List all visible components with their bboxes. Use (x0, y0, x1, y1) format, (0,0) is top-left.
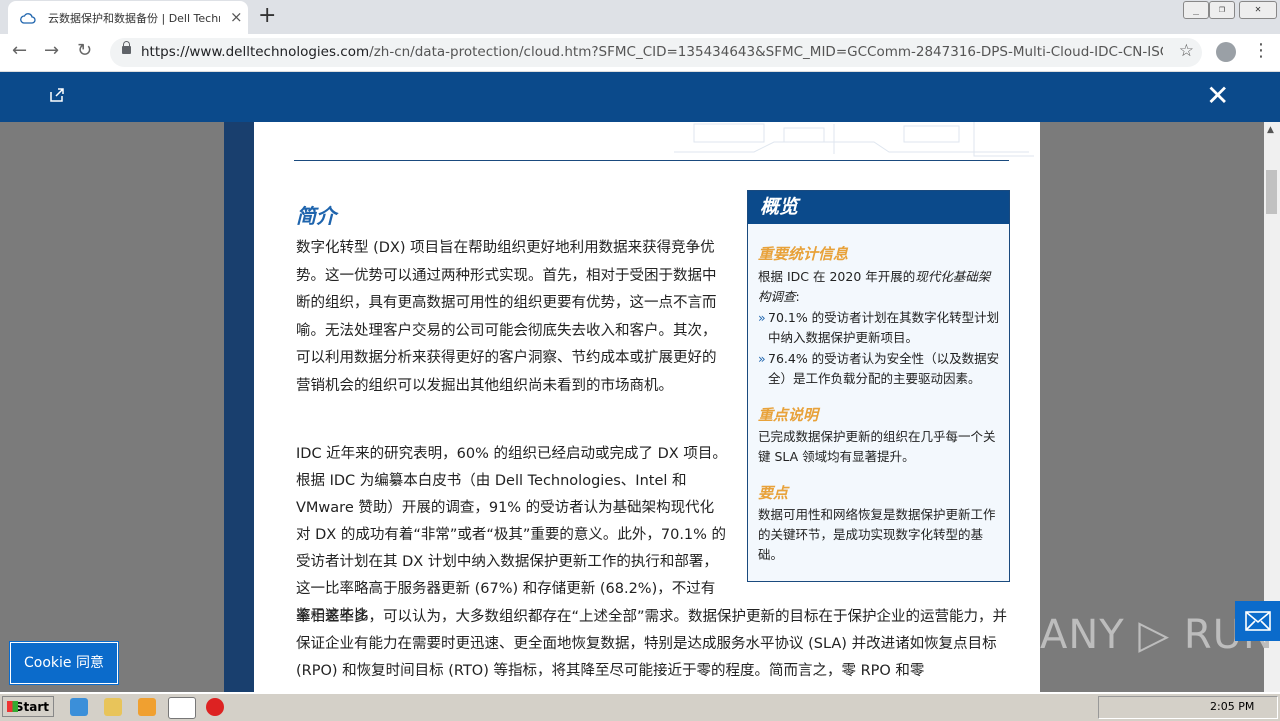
antivirus-icon[interactable] (206, 698, 224, 716)
url-text[interactable]: https://www.delltechnologies.com/zh-cn/d… (141, 44, 1163, 60)
mail-icon (1245, 611, 1271, 631)
sidebar-bullet: » 76.4% 的受访者认为安全性（以及数据安全）是工作负载分配的主要驱动因素。 (758, 349, 1008, 389)
cloud-icon (20, 13, 36, 24)
document-page: 简介 数字化转型 (DX) 项目旨在帮助组织更好地利用数据来获得竞争优势。这一优… (254, 122, 1040, 692)
browser-tab[interactable]: 云数据保护和数据备份 | Dell Techno × (8, 1, 248, 34)
bullet-mark: » (758, 310, 766, 325)
bullet-mark: » (758, 351, 766, 366)
viewer-close-icon[interactable]: ✕ (1206, 78, 1229, 114)
start-label: Start (14, 700, 49, 714)
windows-logo-icon (7, 701, 18, 712)
window-minimize-button[interactable]: _ (1183, 1, 1209, 19)
scrollbar-thumb[interactable] (1266, 170, 1277, 214)
address-bar[interactable]: https://www.delltechnologies.com/zh-cn/d… (110, 38, 1202, 67)
window-restore-button[interactable]: ❐ (1209, 1, 1235, 19)
section-heading: 简介 (296, 204, 336, 228)
sidebar-section-title: 重点说明 (758, 406, 819, 424)
overview-sidebar: 概览 重要统计信息 根据 IDC 在 2020 年开展的现代化基础架构调查: »… (747, 190, 1010, 582)
system-tray: 2:05 PM (1098, 696, 1278, 719)
profile-avatar[interactable] (1216, 42, 1236, 62)
folder-icon[interactable] (104, 698, 122, 716)
sidebar-title: 概览 (748, 191, 1009, 224)
header-rule (294, 160, 1009, 161)
sidebar-section-title: 要点 (758, 484, 789, 502)
clock: 2:05 PM (1210, 700, 1255, 713)
tab-strip: 云数据保护和数据备份 | Dell Techno × + _ ❐ ✕ (0, 0, 1280, 34)
tab-close-icon[interactable]: × (230, 8, 243, 26)
sidebar-intro-end: : (795, 289, 800, 304)
browser-menu-icon[interactable]: ⋮ (1252, 40, 1270, 62)
sidebar-section-text: 数据可用性和网络恢复是数据保护更新工作的关键环节，是成功实现数字化转型的基础。 (758, 507, 996, 562)
share-icon[interactable] (48, 86, 66, 104)
circuit-decoration (674, 122, 1034, 157)
start-button[interactable]: Start (2, 696, 54, 717)
sidebar-intro: 根据 IDC 在 2020 年开展的现代化基础架构调查: (758, 267, 1000, 307)
taskbar: Start 2:05 PM (0, 693, 1280, 721)
scroll-up-icon[interactable]: ▲ (1267, 125, 1274, 135)
contact-mail-button[interactable] (1235, 601, 1280, 641)
lock-icon (122, 41, 131, 54)
ie-icon[interactable] (70, 698, 88, 716)
sidebar-intro-text: 根据 IDC 在 2020 年开展的 (758, 269, 916, 284)
bullet-text: 70.1% 的受访者计划在其数字化转型计划中纳入数据保护更新项目。 (768, 310, 1000, 345)
sidebar-section-text: 已完成数据保护更新的组织在几乎每一个关键 SLA 领域均有显著提升。 (758, 429, 996, 464)
media-player-icon[interactable] (138, 698, 156, 716)
document-viewer: 简介 数字化转型 (DX) 项目旨在帮助组织更好地利用数据来获得竞争优势。这一优… (0, 122, 1264, 692)
intro-paragraph-1: 数字化转型 (DX) 项目旨在帮助组织更好地利用数据来获得竞争优势。这一优势可以… (296, 240, 717, 394)
page-side-band (224, 122, 254, 692)
reload-button[interactable]: ↻ (77, 40, 92, 62)
intro-paragraph-2: IDC 近年来的研究表明，60% 的组织已经启动或完成了 DX 项目。根据 ID… (296, 446, 727, 624)
url-host: https://www.delltechnologies.com (141, 44, 370, 60)
cookie-consent-button[interactable]: Cookie 同意 (9, 641, 119, 685)
sidebar-bullet: » 70.1% 的受访者计划在其数字化转型计划中纳入数据保护更新项目。 (758, 308, 1008, 348)
new-tab-button[interactable]: + (258, 4, 276, 28)
sidebar-section-title: 重要统计信息 (758, 245, 849, 263)
chrome-taskbar-button[interactable] (168, 697, 196, 719)
bookmark-star-icon[interactable]: ☆ (1179, 41, 1194, 61)
viewer-header: ✕ (0, 72, 1280, 122)
url-path: /zh-cn/data-protection/cloud.htm?SFMC_CI… (369, 44, 1163, 60)
browser-toolbar: ← → ↻ https://www.delltechnologies.com/z… (0, 34, 1280, 72)
forward-button[interactable]: → (44, 40, 59, 62)
back-button[interactable]: ← (12, 40, 27, 62)
bullet-text: 76.4% 的受访者认为安全性（以及数据安全）是工作负载分配的主要驱动因素。 (768, 351, 1000, 386)
intro-paragraph-3: 率相差不多，可以认为，大多数组织都存在“上述全部”需求。数据保护更新的目标在于保… (296, 609, 1008, 679)
window-close-button[interactable]: ✕ (1239, 1, 1277, 19)
tab-title: 云数据保护和数据备份 | Dell Techno (48, 12, 220, 25)
